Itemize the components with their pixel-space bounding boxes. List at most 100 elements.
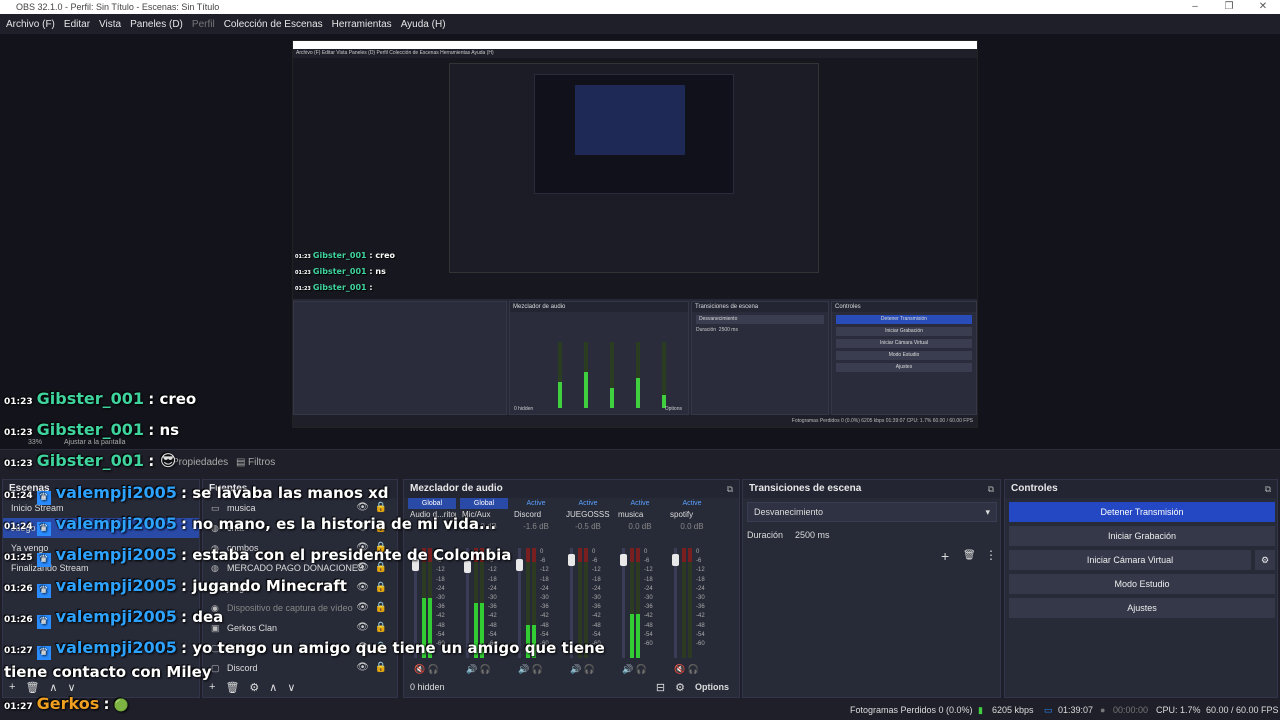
lock-icon[interactable]: 🔒 [375,618,387,638]
options-button[interactable]: Options [695,682,729,692]
preview-canvas[interactable]: Archivo (F) Editar Vista Paneles (D) Per… [292,40,978,428]
controls-dock-header: Controles ⧉ [1005,480,1277,498]
chat-line: 01:27 ♛ valempji2005 : yo tengo un amigo q… [4,638,605,660]
source-settings-icon[interactable]: ⚙ [249,681,259,694]
headphones-icon[interactable]: 🎧 [633,664,647,674]
mixer-title: Mezclador de audio [410,483,503,494]
menu-coleccion-escenas[interactable]: Colección de Escenas [224,19,323,30]
speaker-icon[interactable]: 🔊 [570,664,581,674]
lock-icon[interactable]: 🔒 [375,658,387,678]
scale-tick: -54 [696,631,705,638]
add-source-icon[interactable]: + [209,681,215,693]
scale-tick: -30 [592,595,601,602]
filters-button[interactable]: Filtros [248,457,275,468]
volume-slider[interactable] [672,548,679,658]
volume-slider[interactable] [620,548,627,658]
visibility-icon[interactable]: 👁 [356,658,369,678]
channel-name[interactable]: spotify [668,509,716,521]
remove-source-icon[interactable]: 🗑 [225,681,239,694]
filters-icon[interactable]: ▤ [236,457,245,468]
source-item[interactable]: ▢ Discord 👁 🔒 [203,658,397,678]
move-down-icon[interactable]: ∨ [287,681,295,694]
source-item[interactable]: ◉ Dispositivo de captura de vídeo 👁 🔒 [203,598,397,618]
popout-icon[interactable]: ⧉ [727,480,733,498]
virtual-cam-button[interactable]: Iniciar Cámara Virtual [1009,550,1251,570]
menu-vista[interactable]: Vista [99,19,121,30]
add-scene-icon[interactable]: + [9,681,15,693]
headphones-icon[interactable]: 🎧 [425,664,439,674]
scale-tick: 0 [644,549,648,555]
headphones-icon[interactable]: 🎧 [477,664,491,674]
source-item[interactable]: ▣ Gerkos Clan 👁 🔒 [203,618,397,638]
move-down-icon[interactable]: ∨ [67,681,75,694]
channel-name[interactable]: musica [616,509,664,521]
move-up-icon[interactable]: ∧ [49,681,57,694]
volume-handle[interactable] [516,559,523,571]
popout-icon[interactable]: ⧉ [1265,480,1271,498]
menu-ayuda[interactable]: Ayuda (H) [401,19,446,30]
channel-db: 0.0 dB [680,522,704,531]
preview-options: Options [664,406,682,412]
window-titlebar: OBS 32.1.0 - Perfil: Sin Título - Escena… [0,0,1280,14]
preview-chat-line: 01:23 Gibster_001 : [295,283,373,292]
speaker-icon[interactable]: 🔇 [674,664,685,674]
headphones-icon[interactable]: 🎧 [529,664,543,674]
volume-handle[interactable] [568,553,575,566]
minimize-button[interactable]: – [1178,0,1212,14]
lock-icon[interactable]: 🔒 [375,598,387,618]
visibility-icon[interactable]: 👁 [356,578,369,598]
move-up-icon[interactable]: ∧ [269,681,277,694]
visibility-icon[interactable]: 👁 [356,618,369,638]
speaker-icon[interactable]: 🔇 [414,664,425,674]
channel-name[interactable]: Discord [512,509,560,521]
menu-archivo[interactable]: Archivo (F) [6,19,55,30]
scale-tick: -18 [436,576,445,583]
advanced-audio-icon[interactable]: ⚙ [675,681,685,694]
popout-icon[interactable]: ⧉ [988,480,994,498]
remove-transition-icon[interactable]: 🗑 [963,550,976,561]
maximize-button[interactable]: ❐ [1212,0,1246,14]
window-title: OBS 32.1.0 - Perfil: Sin Título - Escena… [16,2,220,12]
chat-time: 01:23 [4,459,33,469]
stop-stream-button[interactable]: Detener Transmisión [1009,502,1275,522]
scale-tick: 0 [540,549,544,555]
more-icon[interactable]: ⋮ [985,548,997,562]
add-transition-icon[interactable]: + [941,548,949,564]
chat-user: Gibster_001 [312,251,367,260]
stream-time: 01:39:07 [1058,705,1094,715]
chat-time: 01:27 [4,646,33,656]
close-button[interactable]: ✕ [1246,0,1280,14]
remove-scene-icon[interactable]: 🗑 [25,681,39,694]
scale-tick: -12 [488,567,497,574]
menu-editar[interactable]: Editar [64,19,90,30]
layout-icon[interactable]: ⊟ [656,681,665,694]
transition-select[interactable]: Desvanecimiento ▾ [747,502,997,522]
speaker-icon[interactable]: 🔊 [622,664,633,674]
hidden-count[interactable]: 0 hidden [410,682,445,692]
menu-herramientas[interactable]: Herramientas [332,19,392,30]
virtual-cam-settings-icon[interactable]: ⚙ [1255,550,1275,570]
lock-icon[interactable]: 🔒 [375,578,387,598]
settings-button[interactable]: Ajustes [1009,598,1275,618]
menu-paneles[interactable]: Paneles (D) [130,19,183,30]
preview-start-record-button: Iniciar Grabación [836,327,972,336]
duration-field[interactable]: 2500 ms [789,526,989,546]
channel-name[interactable]: JUEGOSSS [564,509,612,521]
fit-to-screen[interactable]: Ajustar a la pantalla [64,439,125,446]
preview-chat-line: 01:23 Gibster_001 : creo [295,251,395,260]
channel-db: -1.6 dB [523,522,549,531]
scale-tick: -36 [644,604,653,611]
visibility-icon[interactable]: 👁 [356,598,369,618]
scale-tick: -18 [488,576,497,583]
headphones-icon[interactable]: 🎧 [685,664,699,674]
volume-handle[interactable] [672,553,679,566]
headphones-icon[interactable]: 🎧 [581,664,595,674]
preview-meter [584,342,588,408]
volume-handle[interactable] [620,553,627,566]
menu-perfil[interactable]: Perfil [192,19,215,30]
studio-mode-button[interactable]: Modo Estudio [1009,574,1275,594]
speaker-icon[interactable]: 🔊 [518,664,529,674]
start-record-button[interactable]: Iniciar Grabación [1009,526,1275,546]
properties-button[interactable]: Propiedades [172,457,228,468]
speaker-icon[interactable]: 🔊 [466,664,477,674]
